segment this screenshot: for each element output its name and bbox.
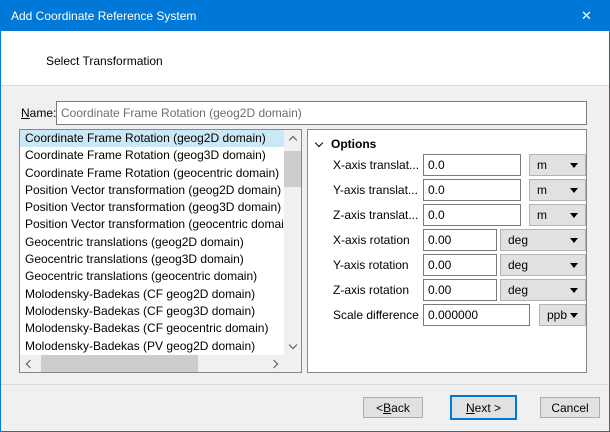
list-item[interactable]: Coordinate Frame Rotation (geog3D domain…	[20, 147, 284, 164]
name-input[interactable]	[56, 101, 587, 125]
scroll-up-button[interactable]	[284, 130, 301, 147]
name-label: Name:	[21, 106, 56, 120]
chevron-left-icon	[26, 359, 34, 367]
option-row: Z-axis translat... m	[308, 204, 586, 229]
list-item[interactable]: Geocentric translations (geocentric doma…	[20, 268, 284, 285]
wizard-header: Select Transformation	[1, 31, 609, 86]
option-value-input[interactable]	[423, 154, 521, 176]
list-item[interactable]: Molodensky-Badekas (CF geog2D domain)	[20, 286, 284, 303]
option-row: Y-axis translat... m	[308, 179, 586, 204]
unit-dropdown[interactable]: deg	[500, 279, 586, 301]
list-item[interactable]: Coordinate Frame Rotation (geog2D domain…	[20, 130, 284, 147]
option-label: X-axis rotation	[333, 233, 410, 247]
unit-dropdown[interactable]: deg	[500, 229, 586, 251]
option-label: Y-axis translat...	[333, 183, 418, 197]
option-label: X-axis translat...	[333, 158, 419, 172]
unit-label: ppb	[547, 308, 567, 322]
unit-dropdown[interactable]: deg	[500, 254, 586, 276]
option-row: Y-axis rotation deg	[308, 254, 586, 279]
option-row: X-axis translat... m	[308, 154, 586, 179]
dropdown-arrow-icon	[570, 213, 578, 218]
unit-label: deg	[508, 258, 528, 272]
chevron-right-icon	[270, 359, 278, 367]
close-button[interactable]: ✕	[564, 1, 609, 31]
list-item[interactable]: Coordinate Frame Rotation (geocentric do…	[20, 165, 284, 182]
window-title: Add Coordinate Reference System	[11, 9, 196, 23]
list-item[interactable]: Position Vector transformation (geog3D d…	[20, 199, 284, 216]
options-header[interactable]: Options	[316, 137, 376, 151]
option-value-input[interactable]	[423, 179, 521, 201]
option-label: Y-axis rotation	[333, 258, 409, 272]
dropdown-arrow-icon	[570, 313, 578, 318]
transformation-list: Coordinate Frame Rotation (geog2D domain…	[19, 129, 302, 373]
titlebar: Add Coordinate Reference System ✕	[1, 1, 609, 31]
add-crs-dialog: Add Coordinate Reference System ✕ Select…	[0, 0, 610, 432]
transformation-list-viewport: Coordinate Frame Rotation (geog2D domain…	[20, 130, 284, 355]
option-label: Scale difference	[333, 308, 419, 322]
options-panel: Options X-axis translat... m Y-axis tran…	[307, 129, 587, 373]
page-title: Select Transformation	[46, 54, 163, 68]
option-value-input[interactable]	[423, 229, 497, 251]
list-item[interactable]: Position Vector transformation (geog2D d…	[20, 182, 284, 199]
chevron-up-icon	[288, 136, 296, 144]
dropdown-arrow-icon	[570, 163, 578, 168]
dropdown-arrow-icon	[570, 263, 578, 268]
unit-label: m	[537, 158, 547, 172]
unit-label: m	[537, 208, 547, 222]
list-item[interactable]: Molodensky-Badekas (CF geog3D domain)	[20, 303, 284, 320]
option-value-input[interactable]	[423, 279, 497, 301]
horizontal-scrollbar-thumb[interactable]	[41, 355, 198, 372]
list-item[interactable]: Geocentric translations (geog2D domain)	[20, 234, 284, 251]
option-label: Z-axis translat...	[333, 208, 418, 222]
next-button[interactable]: Next >	[450, 395, 517, 420]
option-label: Z-axis rotation	[333, 283, 409, 297]
option-row: Z-axis rotation deg	[308, 279, 586, 304]
options-rows: X-axis translat... m Y-axis translat... …	[308, 154, 586, 329]
list-item[interactable]: Molodensky-Badekas (PV geog2D domain)	[20, 338, 284, 355]
back-button[interactable]: < Back	[363, 397, 423, 418]
scrollbar-corner	[284, 355, 301, 372]
option-row: X-axis rotation deg	[308, 229, 586, 254]
scroll-right-button[interactable]	[267, 355, 284, 372]
unit-dropdown[interactable]: ppb	[539, 304, 586, 326]
bottom-divider	[1, 384, 609, 385]
close-icon: ✕	[581, 8, 592, 24]
unit-label: deg	[508, 283, 528, 297]
vertical-scrollbar[interactable]	[284, 130, 301, 355]
dropdown-arrow-icon	[570, 188, 578, 193]
scroll-left-button[interactable]	[20, 355, 37, 372]
scroll-down-button[interactable]	[284, 338, 301, 355]
unit-dropdown[interactable]: m	[529, 204, 586, 226]
options-title: Options	[331, 137, 376, 151]
list-item[interactable]: Molodensky-Badekas (CF geocentric domain…	[20, 320, 284, 337]
list-item[interactable]: Position Vector transformation (geocentr…	[20, 216, 284, 233]
dropdown-arrow-icon	[570, 238, 578, 243]
unit-dropdown[interactable]: m	[529, 179, 586, 201]
horizontal-scrollbar[interactable]	[20, 355, 284, 372]
dropdown-arrow-icon	[570, 288, 578, 293]
list-item[interactable]: Geocentric translations (geog3D domain)	[20, 251, 284, 268]
option-row: Scale difference ppb	[308, 304, 586, 329]
unit-dropdown[interactable]: m	[529, 154, 586, 176]
collapse-chevron-icon	[315, 138, 323, 146]
cancel-button[interactable]: Cancel	[540, 397, 600, 418]
option-value-input[interactable]	[423, 254, 497, 276]
unit-label: deg	[508, 233, 528, 247]
unit-label: m	[537, 183, 547, 197]
option-value-input[interactable]	[423, 204, 521, 226]
vertical-scrollbar-thumb[interactable]	[284, 151, 301, 187]
chevron-down-icon	[288, 341, 296, 349]
option-value-input[interactable]	[423, 304, 530, 326]
